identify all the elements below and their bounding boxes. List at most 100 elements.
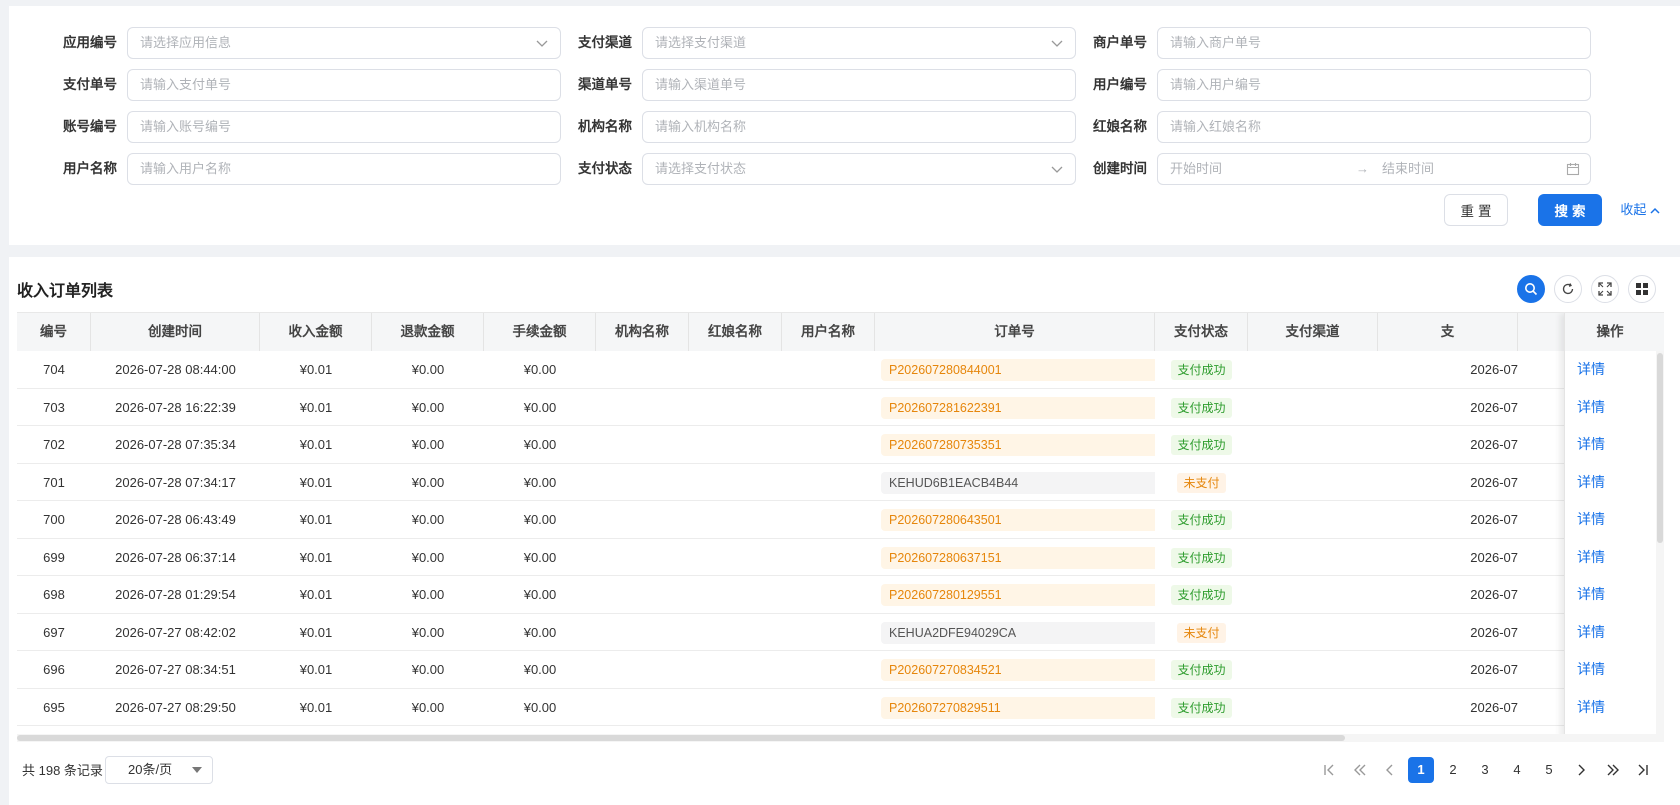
col-order-no-cell: P202607280637151 bbox=[875, 539, 1155, 577]
filter-input[interactable]: 请输入用户名称 bbox=[127, 153, 561, 185]
table-row[interactable]: 702 2026-07-28 07:35:34 ¥0.01 ¥0.00 ¥0.00 P20… bbox=[17, 426, 1664, 464]
col-org-cell bbox=[596, 689, 689, 727]
col-income-cell: ¥0.01 bbox=[299, 662, 333, 677]
detail-link[interactable]: 详情 bbox=[1577, 614, 1605, 652]
filter-input[interactable]: 请输入红娘名称 bbox=[1157, 111, 1591, 143]
filter-select[interactable]: 请选择支付状态 bbox=[642, 153, 1076, 185]
vertical-scrollbar[interactable] bbox=[1656, 351, 1664, 739]
refresh-button[interactable] bbox=[1554, 275, 1582, 303]
filter-input[interactable]: 请输入用户编号 bbox=[1157, 69, 1591, 101]
filter-row: 支付单号 请输入支付单号 渠道单号 请输入渠道单号 用户编号 请输入用户编号 bbox=[9, 69, 1680, 111]
filter-input[interactable]: 请输入机构名称 bbox=[642, 111, 1076, 143]
col-pay-time-header: 支 bbox=[1378, 313, 1518, 351]
order-number: P202607280844001 bbox=[881, 359, 1155, 381]
filter-label: 机构名称 bbox=[578, 119, 632, 134]
detail-link[interactable]: 详情 bbox=[1577, 501, 1605, 539]
col-income-header: 收入金额 bbox=[260, 313, 372, 351]
filter-row: 应用编号 请选择应用信息 支付渠道 请选择支付渠道 商户单号 请输入商户单号 bbox=[9, 27, 1680, 69]
first-page-button[interactable] bbox=[1316, 757, 1342, 783]
col-id-cell: 696 bbox=[43, 662, 65, 677]
prev-group-button[interactable] bbox=[1347, 757, 1373, 783]
filter-row: 用户名称 请输入用户名称 支付状态 请选择支付状态 创建时间 开始时间 → 结束时间 bbox=[9, 153, 1680, 195]
next-page-button[interactable] bbox=[1568, 757, 1594, 783]
detail-link[interactable]: 详情 bbox=[1577, 464, 1605, 502]
detail-link[interactable]: 详情 bbox=[1577, 689, 1605, 727]
filter-label: 应用编号 bbox=[63, 35, 117, 50]
table-row[interactable]: 700 2026-07-28 06:43:49 ¥0.01 ¥0.00 ¥0.00 P20… bbox=[17, 501, 1664, 539]
col-matchmaker-cell bbox=[689, 651, 782, 689]
col-income-cell: ¥0.01 bbox=[299, 399, 333, 415]
table-row[interactable]: 697 2026-07-27 08:42:02 ¥0.01 ¥0.00 ¥0.00 KEH… bbox=[17, 614, 1664, 652]
col-order-no-cell: P202607281622391 bbox=[875, 389, 1155, 427]
detail-link[interactable]: 详情 bbox=[1577, 539, 1605, 577]
col-status-cell: 支付成功 bbox=[1155, 576, 1248, 614]
status-badge: 未支付 bbox=[1177, 472, 1226, 493]
detail-link[interactable]: 详情 bbox=[1577, 651, 1605, 689]
page-4-button[interactable]: 4 bbox=[1504, 757, 1530, 783]
col-fee-cell: ¥0.00 bbox=[523, 587, 557, 602]
filter-select[interactable]: 请选择支付渠道 bbox=[642, 27, 1076, 59]
collapse-label: 收起 bbox=[1620, 202, 1647, 217]
detail-link[interactable]: 详情 bbox=[1577, 389, 1605, 427]
next-group-icon bbox=[1607, 764, 1619, 776]
col-channel-cell bbox=[1248, 689, 1378, 727]
date-range-picker[interactable]: 开始时间 → 结束时间 bbox=[1157, 153, 1591, 185]
col-org-cell bbox=[596, 614, 689, 652]
page-3-button[interactable]: 3 bbox=[1472, 757, 1498, 783]
detail-link[interactable]: 详情 bbox=[1577, 576, 1605, 614]
col-fee-cell: ¥0.00 bbox=[523, 549, 557, 565]
table-row[interactable]: 695 2026-07-27 08:29:50 ¥0.01 ¥0.00 ¥0.00 P20… bbox=[17, 689, 1664, 727]
col-status-cell: 支付成功 bbox=[1155, 689, 1248, 727]
col-id-cell: 695 bbox=[43, 699, 65, 715]
order-number: P202607270829511 bbox=[881, 696, 1155, 719]
order-number: P202607280637151 bbox=[881, 546, 1155, 569]
filter-input[interactable]: 请输入商户单号 bbox=[1157, 27, 1591, 59]
search-button[interactable]: 搜索 bbox=[1538, 194, 1602, 226]
col-user-cell bbox=[782, 651, 875, 689]
table-row[interactable]: 698 2026-07-28 01:29:54 ¥0.01 ¥0.00 ¥0.00 P20… bbox=[17, 576, 1664, 614]
input-placeholder: 请输入商户单号 bbox=[1170, 35, 1262, 50]
col-refund-cell: ¥0.00 bbox=[411, 474, 445, 490]
col-matchmaker-cell bbox=[689, 426, 782, 464]
horizontal-scrollbar[interactable] bbox=[17, 734, 1664, 742]
table-title: 收入订单列表 bbox=[17, 283, 114, 300]
col-channel-cell bbox=[1248, 389, 1378, 427]
table-row[interactable]: 701 2026-07-28 07:34:17 ¥0.01 ¥0.00 ¥0.00 KEH… bbox=[17, 464, 1664, 502]
next-group-button[interactable] bbox=[1600, 757, 1626, 783]
table-row[interactable]: 696 2026-07-27 08:34:51 ¥0.01 ¥0.00 ¥0.00 P20… bbox=[17, 651, 1664, 689]
caret-down-icon bbox=[192, 767, 202, 773]
col-id-cell: 703 bbox=[43, 399, 65, 415]
status-badge: 支付成功 bbox=[1171, 397, 1232, 418]
table-row[interactable]: 704 2026-07-28 08:44:00 ¥0.01 ¥0.00 ¥0.00 P20… bbox=[17, 351, 1664, 389]
page-5-button[interactable]: 5 bbox=[1536, 757, 1562, 783]
col-id-cell: 701 bbox=[43, 474, 65, 490]
col-matchmaker-cell bbox=[689, 576, 782, 614]
col-pay-time-cell: 2026-07 bbox=[1470, 512, 1518, 527]
filter-input[interactable]: 请输入渠道单号 bbox=[642, 69, 1076, 101]
fullscreen-button[interactable] bbox=[1591, 275, 1619, 303]
filter-label: 商户单号 bbox=[1093, 35, 1147, 50]
collapse-toggle[interactable]: 收起 bbox=[1620, 194, 1660, 226]
filter-select[interactable]: 请选择应用信息 bbox=[127, 27, 561, 59]
col-org-cell bbox=[596, 464, 689, 502]
col-refund-cell: ¥0.00 bbox=[411, 662, 445, 677]
detail-link[interactable]: 详情 bbox=[1577, 426, 1605, 464]
page-1-button[interactable]: 1 bbox=[1408, 757, 1434, 783]
reset-button[interactable]: 重置 bbox=[1444, 194, 1508, 226]
table-search-button[interactable] bbox=[1517, 275, 1545, 303]
filter-input[interactable]: 请输入账号编号 bbox=[127, 111, 561, 143]
page-size-select[interactable]: 20条/页 bbox=[105, 756, 213, 784]
prev-page-button[interactable] bbox=[1377, 757, 1403, 783]
page-2-button[interactable]: 2 bbox=[1440, 757, 1466, 783]
column-settings-button[interactable] bbox=[1628, 275, 1656, 303]
filter-input[interactable]: 请输入支付单号 bbox=[127, 69, 561, 101]
detail-link[interactable]: 详情 bbox=[1577, 351, 1605, 389]
last-page-button[interactable] bbox=[1630, 757, 1656, 783]
table-row[interactable]: 703 2026-07-28 16:22:39 ¥0.01 ¥0.00 ¥0.00 P20… bbox=[17, 389, 1664, 427]
col-matchmaker-cell bbox=[689, 539, 782, 577]
col-refund-cell: ¥0.00 bbox=[411, 587, 445, 602]
table-row[interactable]: 699 2026-07-28 06:37:14 ¥0.01 ¥0.00 ¥0.00 P20… bbox=[17, 539, 1664, 577]
filter-label: 创建时间 bbox=[1093, 161, 1147, 176]
col-user-header: 用户名称 bbox=[782, 313, 875, 351]
col-created-cell: 2026-07-28 08:44:00 bbox=[115, 362, 236, 377]
